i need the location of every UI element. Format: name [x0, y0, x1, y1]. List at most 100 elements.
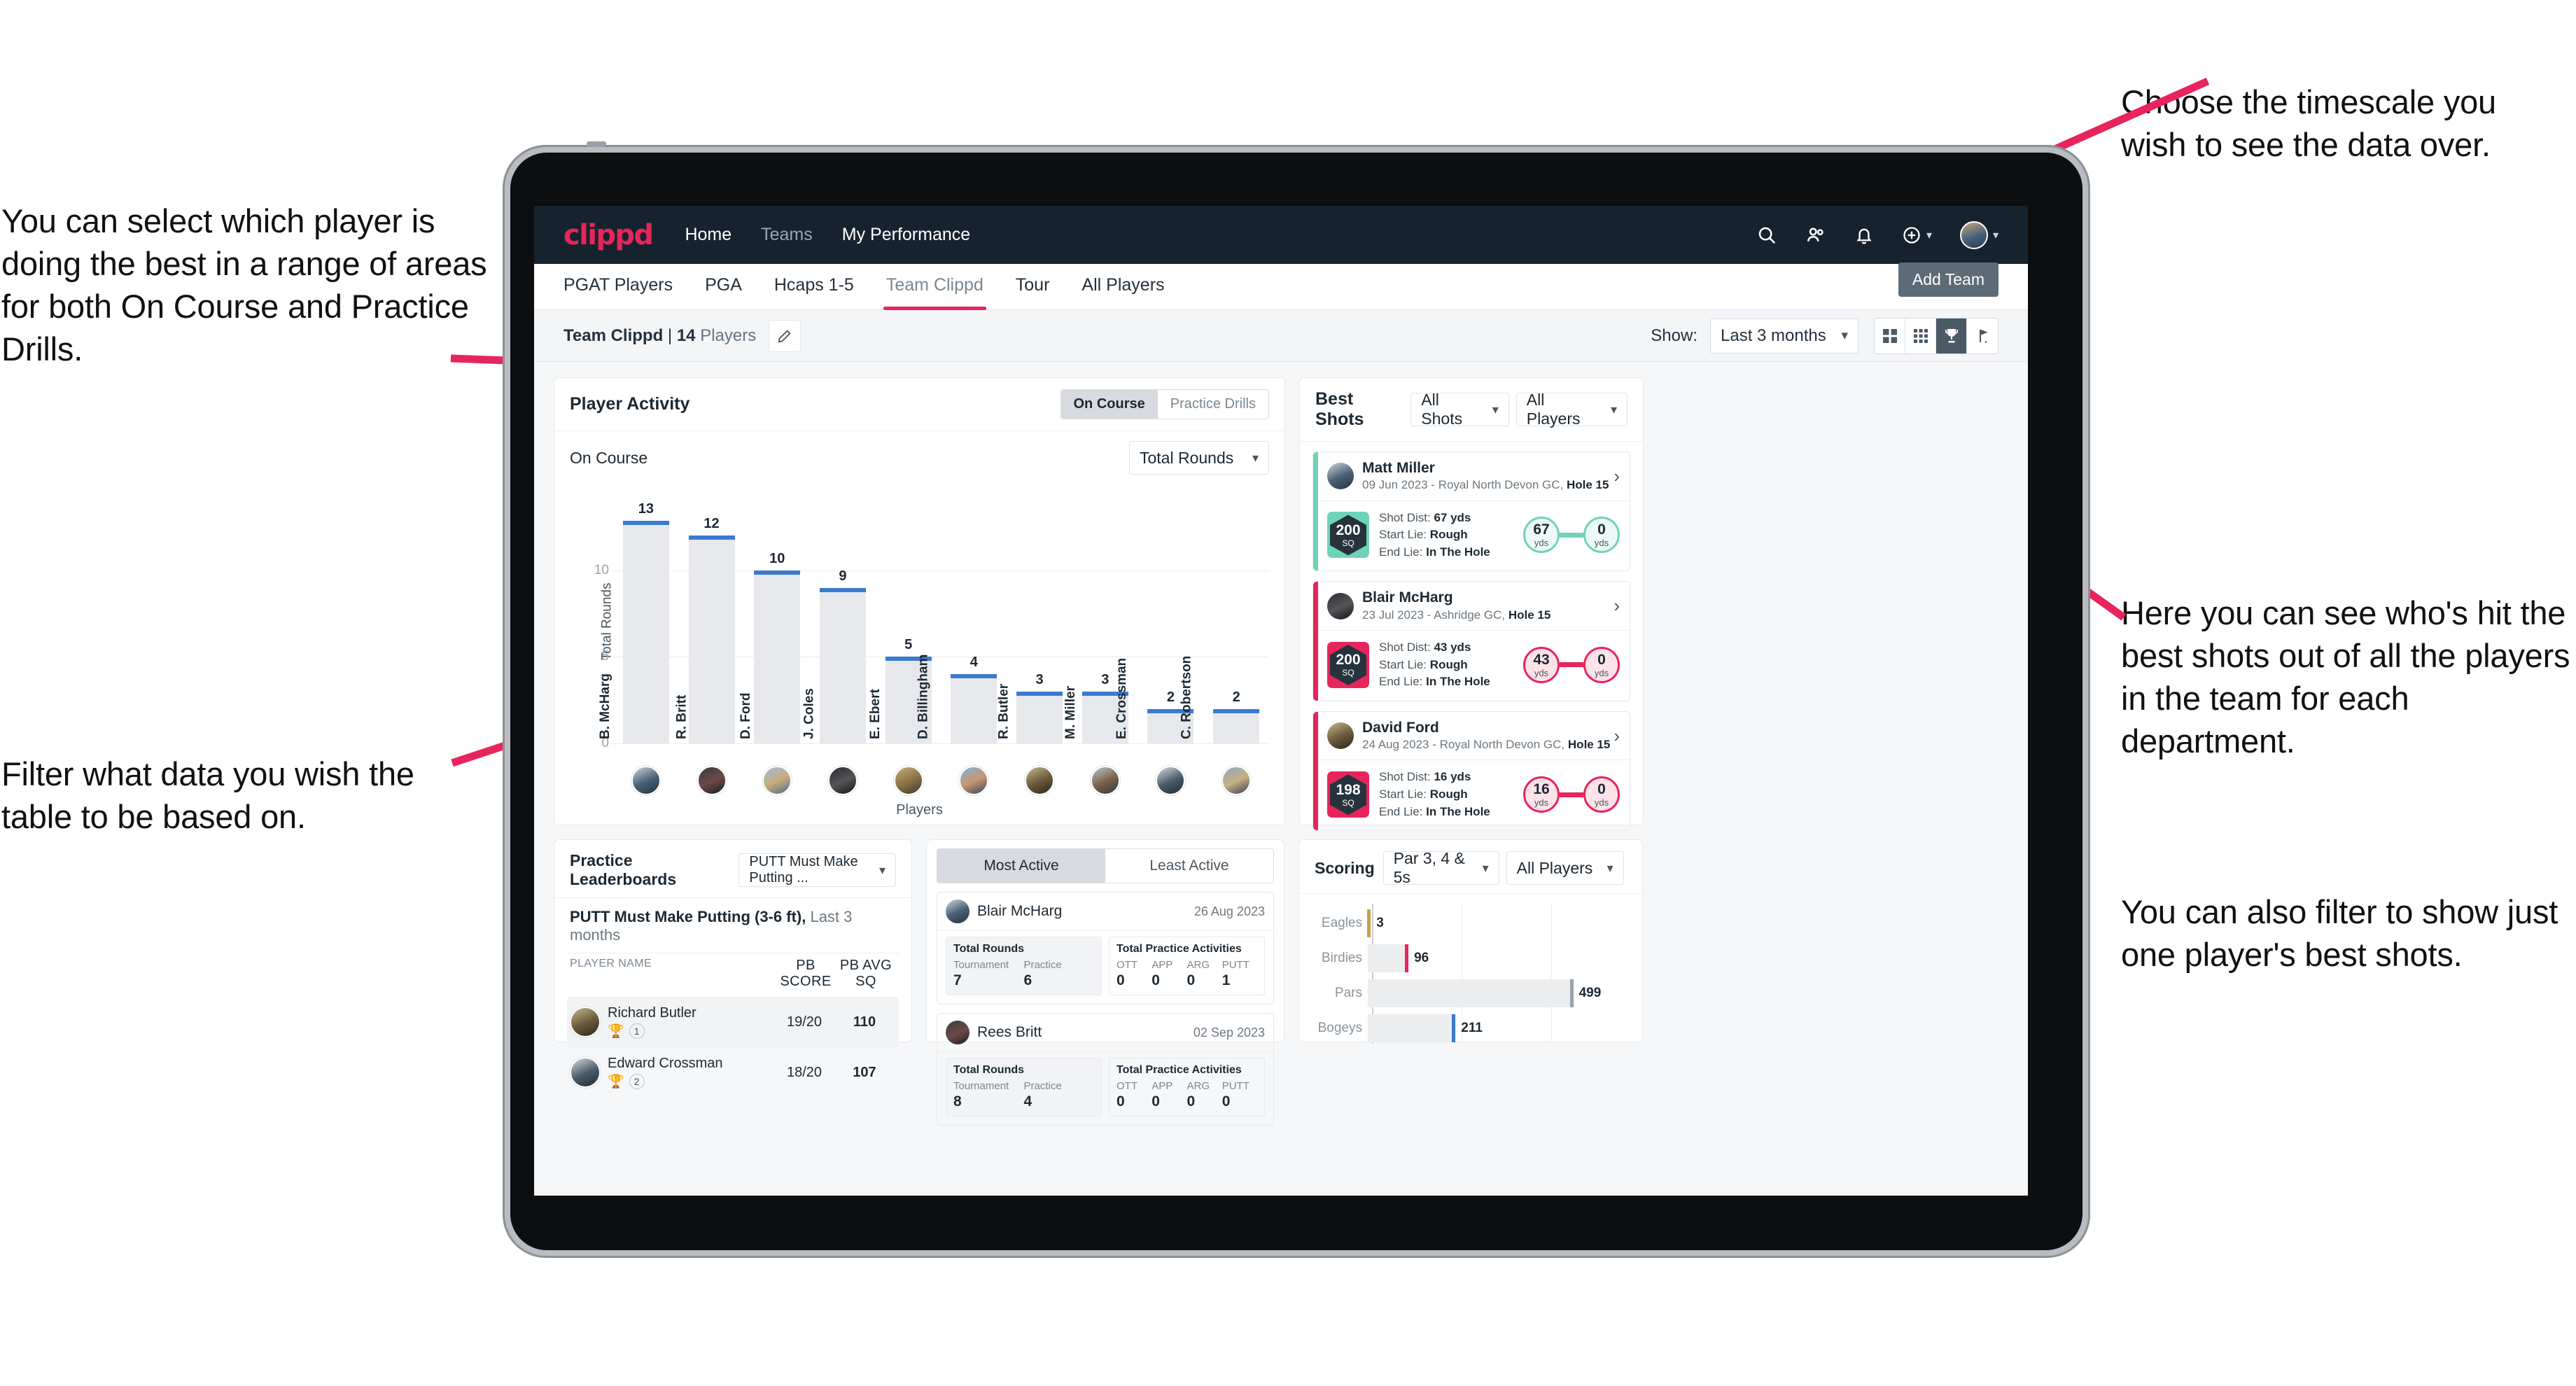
search-icon[interactable]	[1756, 225, 1777, 246]
chart-x-axis-label: Players	[896, 802, 943, 818]
activity-card-header: Rees Britt 02 Sep 2023	[937, 1014, 1273, 1051]
scoring-bar-row[interactable]: Eagles 3	[1312, 909, 1630, 937]
scoring-par-filter[interactable]: Par 3, 4 & 5s ▾	[1382, 849, 1499, 886]
bar-value-label: 3	[1101, 671, 1110, 687]
scoring-bar-fill	[1368, 979, 1572, 1007]
segment-practice-drills[interactable]: Practice Drills	[1157, 390, 1268, 419]
nav-link-home[interactable]: Home	[685, 225, 732, 245]
tab-hcaps-1-5[interactable]: Hcaps 1-5	[774, 275, 854, 298]
best-shot-hole: Hole 15	[1567, 738, 1611, 752]
player-avatar[interactable]	[827, 766, 858, 795]
chart-bar-group[interactable]: 10 D. Ford	[738, 501, 810, 743]
scoring-bar-row[interactable]: Pars 499	[1312, 979, 1630, 1007]
stat-value: 7	[953, 972, 962, 988]
player-avatar[interactable]	[631, 766, 661, 795]
nav-link-teams[interactable]: Teams	[761, 225, 813, 245]
table-row[interactable]: Richard Butler 🏆 1 19/20 110	[567, 997, 899, 1047]
end-lie-label: End Lie:	[1379, 545, 1423, 559]
clippd-logo[interactable]: clippd	[564, 219, 654, 251]
view-grid-3x3-button[interactable]	[1905, 318, 1936, 354]
scoring-bar-track: 499	[1368, 979, 1630, 1007]
best-shots-shot-filter[interactable]: All Shots ▾	[1410, 391, 1509, 428]
plus-circle-icon[interactable]: ▾	[1902, 225, 1932, 245]
app-screen: clippd Home Teams My Performance ▾ ▾ PGA…	[534, 206, 2028, 1196]
tab-least-active[interactable]: Least Active	[1105, 849, 1273, 883]
scoring-bar-cap	[1367, 909, 1371, 937]
timescale-select[interactable]: Last 3 months ▾	[1710, 318, 1858, 354]
tab-pgat-players[interactable]: PGAT Players	[564, 275, 673, 298]
nav-link-my-performance[interactable]: My Performance	[842, 225, 970, 245]
stat-key: Practice	[1023, 959, 1062, 971]
chart-bar[interactable]: D. Ford	[738, 570, 801, 743]
view-trophy-button[interactable]	[1936, 318, 1967, 354]
scoring-player-filter-value: All Players	[1516, 858, 1593, 877]
player-avatar[interactable]	[893, 766, 923, 795]
scoring-player-filter[interactable]: All Players ▾	[1506, 851, 1624, 885]
best-shots-player-filter[interactable]: All Players ▾	[1516, 391, 1628, 428]
chart-bar-group[interactable]: 12 R. Britt	[674, 501, 745, 743]
best-shot-card[interactable]: Matt Miller 09 Jun 2023 - Royal North De…	[1312, 451, 1630, 572]
bell-icon[interactable]	[1854, 225, 1874, 245]
hexagon-icon: 198 SQ	[1330, 774, 1366, 816]
best-shot-player-name: Blair McHarg	[1362, 589, 1453, 606]
player-avatar[interactable]	[762, 766, 792, 795]
player-avatar[interactable]	[1222, 766, 1252, 795]
chart-bar[interactable]: R. Britt	[674, 536, 735, 743]
tab-pga[interactable]: PGA	[705, 275, 742, 298]
tab-team-clippd[interactable]: Team Clippd	[883, 275, 986, 310]
player-activity-chart: Total Rounds 0 5 10 13 B. McHarg 12 R. Britt 1…	[570, 482, 1269, 762]
chart-bar-group[interactable]: 2 C. Robertson	[1180, 501, 1269, 743]
chart-bar-group[interactable]: 3 R. Butler	[996, 501, 1072, 743]
avatar	[946, 899, 969, 923]
chart-bar[interactable]: B. McHarg	[598, 521, 669, 743]
people-icon[interactable]	[1805, 225, 1826, 246]
start-lie-label: Start Lie:	[1379, 657, 1427, 671]
scoring-bar-row[interactable]: Birdies 96	[1312, 944, 1630, 972]
stat-value: 0	[1116, 972, 1125, 988]
player-avatar[interactable]	[1025, 766, 1055, 795]
best-shot-card[interactable]: David Ford 24 Aug 2023 - Royal North Dev…	[1312, 710, 1630, 832]
stat-key: Tournament	[953, 1080, 1009, 1092]
metric-select-value: Total Rounds	[1140, 448, 1234, 467]
chevron-right-icon[interactable]: ›	[1614, 595, 1620, 617]
chevron-down-icon: ▾	[878, 862, 886, 877]
chart-bar-group[interactable]: 5 E. Ebert	[868, 501, 941, 743]
tab-most-active[interactable]: Most Active	[937, 849, 1105, 883]
chart-bar-group[interactable]: 9 J. Coles	[802, 501, 876, 743]
best-shot-details: Shot Dist: 43 yds Start Lie: Rough End L…	[1379, 639, 1490, 691]
chart-bar[interactable]: R. Butler	[996, 684, 1063, 743]
chart-bar[interactable]: D. Billingham	[916, 654, 997, 743]
player-avatar[interactable]	[1156, 766, 1186, 795]
drill-select[interactable]: PUTT Must Make Putting ... ▾	[738, 853, 896, 887]
view-golf-flag-button[interactable]	[1967, 318, 1998, 354]
view-grid-2x2-button[interactable]	[1875, 318, 1905, 354]
chart-plot-area: 0 5 10 13 B. McHarg 12 R. Britt 10 D. Ford 9 J. C…	[594, 501, 1269, 750]
segment-on-course[interactable]: On Course	[1060, 390, 1158, 419]
player-avatar[interactable]	[696, 766, 727, 795]
edit-team-button[interactable]	[769, 319, 802, 352]
player-avatar[interactable]	[1090, 766, 1120, 795]
tab-all-players[interactable]: All Players	[1082, 275, 1164, 298]
best-shot-card[interactable]: Blair McHarg 23 Jul 2023 - Ashridge GC, …	[1312, 581, 1630, 701]
stat-value: 6	[1023, 972, 1032, 988]
chart-bar-group[interactable]: 13 B. McHarg	[598, 501, 679, 743]
bar-value-label: 12	[704, 516, 720, 532]
metric-select[interactable]: Total Rounds ▾	[1129, 441, 1269, 475]
accent-edge	[1313, 452, 1318, 571]
activity-card-item[interactable]: Rees Britt 02 Sep 2023 Total Rounds Tour…	[937, 1013, 1274, 1126]
scoring-bar-fill	[1368, 1014, 1455, 1042]
leaderboard-badges: 🏆 1	[608, 1023, 774, 1039]
stat-key: PUTT	[1222, 959, 1250, 971]
chevron-right-icon[interactable]: ›	[1614, 725, 1620, 747]
avatar[interactable]: ▾	[1959, 220, 1998, 249]
scoring-bar-row[interactable]: Bogeys 211	[1312, 1014, 1630, 1042]
chevron-down-icon: ▾	[1926, 229, 1932, 241]
chart-bar[interactable]: C. Robertson	[1180, 656, 1260, 743]
chart-bar[interactable]: J. Coles	[802, 587, 866, 743]
activity-list: Blair McHarg 26 Aug 2023 Total Rounds To…	[927, 892, 1284, 1126]
activity-card-item[interactable]: Blair McHarg 26 Aug 2023 Total Rounds To…	[937, 892, 1274, 1004]
table-row[interactable]: Edward Crossman 🏆 2 18/20 107	[567, 1047, 899, 1098]
player-avatar[interactable]	[959, 766, 989, 795]
tab-tour[interactable]: Tour	[1016, 275, 1050, 298]
chevron-right-icon[interactable]: ›	[1614, 465, 1620, 487]
